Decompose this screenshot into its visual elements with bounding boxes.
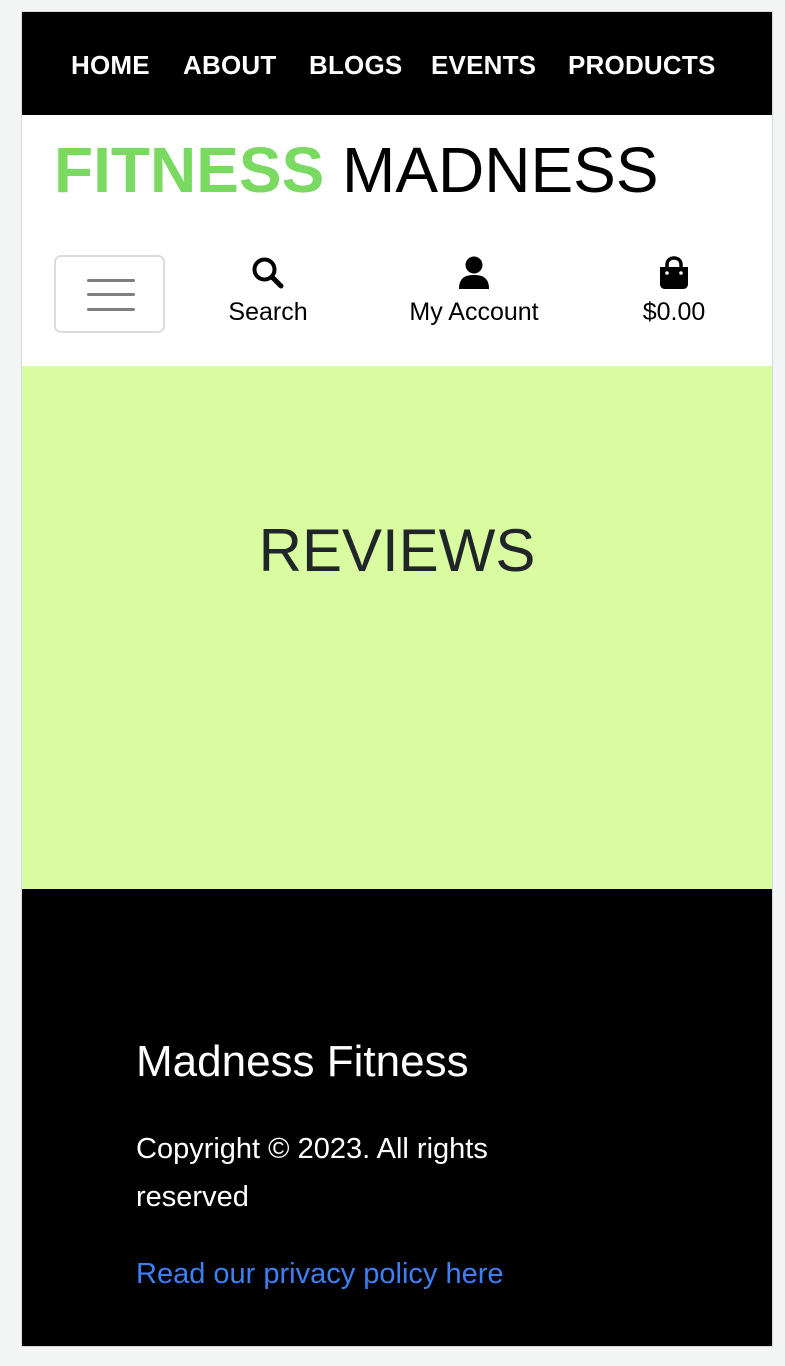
nav-link-about[interactable]: ABOUT xyxy=(183,50,276,80)
cart-button[interactable]: $0.00 xyxy=(631,255,717,327)
footer-copyright: Copyright © 2023. All rights reserved xyxy=(136,1133,488,1213)
search-label: Search xyxy=(228,298,308,326)
reviews-hero-section: REVIEWS xyxy=(22,366,772,889)
footer-title: Madness Fitness xyxy=(136,1037,469,1086)
hamburger-icon-line-middle xyxy=(87,293,135,296)
menu-toggle-button[interactable] xyxy=(54,255,165,333)
logo-text-fitness: FITNESS xyxy=(54,134,325,206)
search-button[interactable]: Search xyxy=(217,255,319,327)
privacy-policy-link[interactable]: Read our privacy policy here xyxy=(136,1254,504,1294)
shopping-bag-icon xyxy=(660,256,688,289)
top-navigation: HOME ABOUT BLOGS EVENTS PRODUCTS xyxy=(22,12,772,115)
nav-link-events[interactable]: EVENTS xyxy=(431,50,536,80)
nav-link-blogs[interactable]: BLOGS xyxy=(309,50,402,80)
site-logo[interactable]: FITNESS MADNESS xyxy=(54,134,659,206)
hamburger-icon-line-top xyxy=(87,279,135,282)
cart-total-label: $0.00 xyxy=(642,298,706,326)
nav-link-home[interactable]: HOME xyxy=(71,50,150,80)
logo-text-madness: MADNESS xyxy=(342,134,659,206)
page-frame: HOME ABOUT BLOGS EVENTS PRODUCTS FITNESS… xyxy=(21,11,773,1347)
nav-link-products[interactable]: PRODUCTS xyxy=(568,50,716,80)
footer: Madness Fitness Copyright © 2023. All ri… xyxy=(22,889,772,1346)
page-title: REVIEWS xyxy=(258,517,536,584)
search-icon xyxy=(252,257,284,289)
my-account-label: My Account xyxy=(409,298,539,326)
hamburger-icon-line-bottom xyxy=(87,308,135,311)
my-account-button[interactable]: My Account xyxy=(400,255,548,327)
user-icon xyxy=(459,256,489,289)
